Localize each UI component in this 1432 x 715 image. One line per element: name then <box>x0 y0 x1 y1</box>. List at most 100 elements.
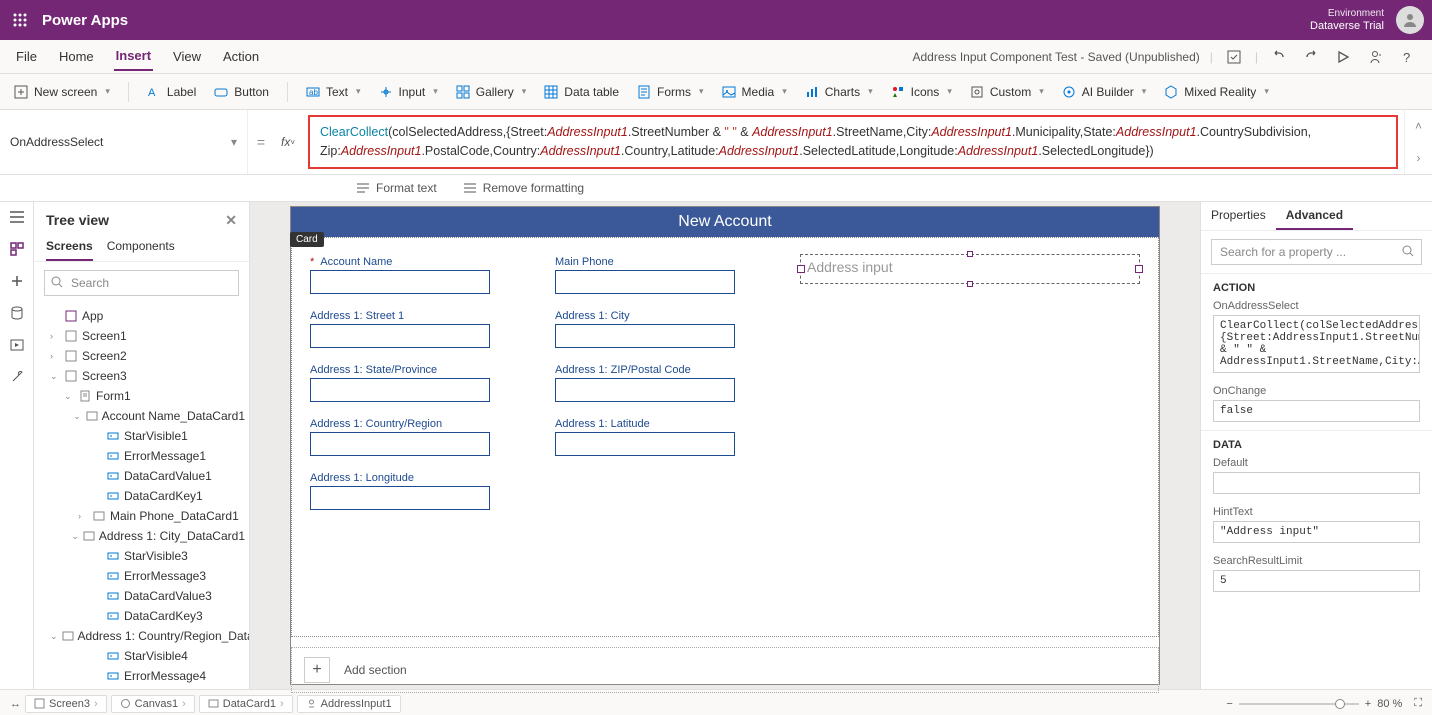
form-field[interactable]: Address 1: State/Province <box>310 362 525 402</box>
format-text-button[interactable]: Format text <box>356 181 437 195</box>
tree-node[interactable]: ⌄Screen3 <box>34 366 249 386</box>
breadcrumb-item[interactable]: Screen3› <box>25 695 107 713</box>
redo-icon[interactable] <box>1300 46 1322 68</box>
close-icon[interactable]: ✕ <box>225 212 237 229</box>
tree-node[interactable]: ErrorMessage4 <box>34 666 249 686</box>
menu-insert[interactable]: Insert <box>114 42 153 71</box>
undo-icon[interactable] <box>1268 46 1290 68</box>
form-field[interactable]: Address 1: Latitude <box>555 416 770 456</box>
gallery-button[interactable]: Gallery <box>456 85 527 99</box>
add-section-button[interactable]: + Add section <box>291 647 1159 693</box>
tree-node[interactable]: ⌄Address 1: City_DataCard1 <box>34 526 249 546</box>
menu-action[interactable]: Action <box>221 43 261 70</box>
tree-node[interactable]: ⌄Account Name_DataCard1 <box>34 406 249 426</box>
menu-view[interactable]: View <box>171 43 203 70</box>
formula-input[interactable]: ClearCollect(colSelectedAddress,{Street:… <box>308 115 1398 169</box>
zoom-in-icon[interactable]: + <box>1365 698 1371 710</box>
svg-text:A: A <box>148 87 156 99</box>
tab-components[interactable]: Components <box>107 233 175 261</box>
property-search-input[interactable]: Search for a property ... <box>1211 239 1422 265</box>
zoom-out-icon[interactable]: − <box>1226 698 1232 710</box>
avatar[interactable] <box>1396 6 1424 34</box>
forms-button[interactable]: Forms <box>637 85 704 99</box>
tree-node[interactable]: ⌄Address 1: Country/Region_DataCard <box>34 626 249 646</box>
tree-node[interactable]: StarVisible4 <box>34 646 249 666</box>
rail-tools-icon[interactable] <box>8 368 26 386</box>
tree-node[interactable]: StarVisible3 <box>34 546 249 566</box>
tree-node[interactable]: DataCardKey1 <box>34 486 249 506</box>
form-field[interactable]: Address 1: City <box>555 308 770 348</box>
tree-node[interactable]: ›Screen2 <box>34 346 249 366</box>
rail-insert-icon[interactable] <box>8 272 26 290</box>
property-field[interactable]: OnAddressSelectClearCollect(colSelectedA… <box>1201 296 1432 381</box>
tree-node[interactable]: ErrorMessage3 <box>34 566 249 586</box>
rail-hamburger-icon[interactable] <box>8 208 26 226</box>
zoom-level: 80 % <box>1377 698 1402 710</box>
custom-button[interactable]: Custom <box>970 85 1044 99</box>
tree-view-pane: Tree view ✕ Screens Components Search Ap… <box>34 202 250 689</box>
help-icon[interactable]: ? <box>1396 46 1418 68</box>
media-button[interactable]: Media <box>722 85 787 99</box>
canvas-area[interactable]: New Account Card *Account NameAddress 1:… <box>250 202 1200 689</box>
text-button[interactable]: abText <box>306 85 361 99</box>
tree-node[interactable]: DataCardKey3 <box>34 606 249 626</box>
breadcrumb-item[interactable]: DataCard1› <box>199 695 293 713</box>
fx-icon[interactable]: fx˅ <box>274 110 302 174</box>
share-icon[interactable] <box>1364 46 1386 68</box>
environment-label[interactable]: Environment Dataverse Trial <box>1310 7 1384 33</box>
formula-expand-icon[interactable]: › <box>1405 142 1432 174</box>
mixedreality-button[interactable]: Mixed Reality <box>1164 85 1269 99</box>
form-container[interactable]: Card *Account NameAddress 1: Street 1Add… <box>291 237 1159 637</box>
tree-node[interactable]: DataCardValue3 <box>34 586 249 606</box>
menu-file[interactable]: File <box>14 43 39 70</box>
rail-treeview-icon[interactable] <box>8 240 26 258</box>
breadcrumb-toggle-icon[interactable]: ↔ <box>10 698 21 710</box>
menu-home[interactable]: Home <box>57 43 96 70</box>
property-field[interactable]: Default <box>1201 453 1432 502</box>
icons-button[interactable]: Icons <box>891 85 952 99</box>
label-button[interactable]: ALabel <box>147 85 196 99</box>
tree-node[interactable]: App <box>34 306 249 326</box>
form-field[interactable]: Main Phone <box>555 254 770 294</box>
charts-button[interactable]: Charts <box>805 85 873 99</box>
form-field[interactable]: Address 1: Longitude <box>310 470 525 510</box>
property-selector[interactable]: OnAddressSelect ▾ <box>0 110 248 174</box>
remove-formatting-button[interactable]: Remove formatting <box>463 181 584 195</box>
tab-properties[interactable]: Properties <box>1201 202 1276 230</box>
property-field[interactable]: OnChangefalse <box>1201 381 1432 430</box>
formula-collapse-icon[interactable]: ˄ <box>1405 110 1432 142</box>
ribbon: New screen ALabel Button abText Input Ga… <box>0 74 1432 110</box>
tree-node[interactable]: DataCardValue1 <box>34 466 249 486</box>
form-field[interactable]: Address 1: ZIP/Postal Code <box>555 362 770 402</box>
plus-icon: + <box>304 657 330 683</box>
tree-node[interactable]: ⌄Form1 <box>34 386 249 406</box>
form-field[interactable]: Address 1: Country/Region <box>310 416 525 456</box>
tab-advanced[interactable]: Advanced <box>1276 202 1353 230</box>
tab-screens[interactable]: Screens <box>46 233 93 261</box>
rail-media-icon[interactable] <box>8 336 26 354</box>
input-button[interactable]: Input <box>379 85 438 99</box>
app-checker-icon[interactable] <box>1223 46 1245 68</box>
tree-node[interactable]: StarVisible1 <box>34 426 249 446</box>
play-icon[interactable] <box>1332 46 1354 68</box>
aibuilder-button[interactable]: AI Builder <box>1062 85 1147 99</box>
search-icon <box>51 276 64 289</box>
new-screen-button[interactable]: New screen <box>14 85 110 99</box>
property-field[interactable]: HintText"Address input" <box>1201 502 1432 551</box>
waffle-icon[interactable] <box>8 8 32 32</box>
breadcrumb-item[interactable]: Canvas1› <box>111 695 195 713</box>
form-field[interactable]: Address 1: Street 1 <box>310 308 525 348</box>
form-field[interactable]: *Account Name <box>310 254 525 294</box>
tree-node[interactable]: ›Screen1 <box>34 326 249 346</box>
tree-node[interactable]: DataCardValue5 <box>34 686 249 689</box>
tree-node[interactable]: ›Main Phone_DataCard1 <box>34 506 249 526</box>
breadcrumb-item[interactable]: AddressInput1 <box>297 695 401 713</box>
datatable-button[interactable]: Data table <box>544 85 619 99</box>
rail-data-icon[interactable] <box>8 304 26 322</box>
button-button[interactable]: Button <box>214 85 269 99</box>
property-field[interactable]: SearchResultLimit5 <box>1201 551 1432 600</box>
tree-search-input[interactable]: Search <box>44 270 239 296</box>
address-input-component[interactable]: Address input <box>800 254 1140 284</box>
tree-node[interactable]: ErrorMessage1 <box>34 446 249 466</box>
properties-pane: Properties Advanced Search for a propert… <box>1200 202 1432 689</box>
